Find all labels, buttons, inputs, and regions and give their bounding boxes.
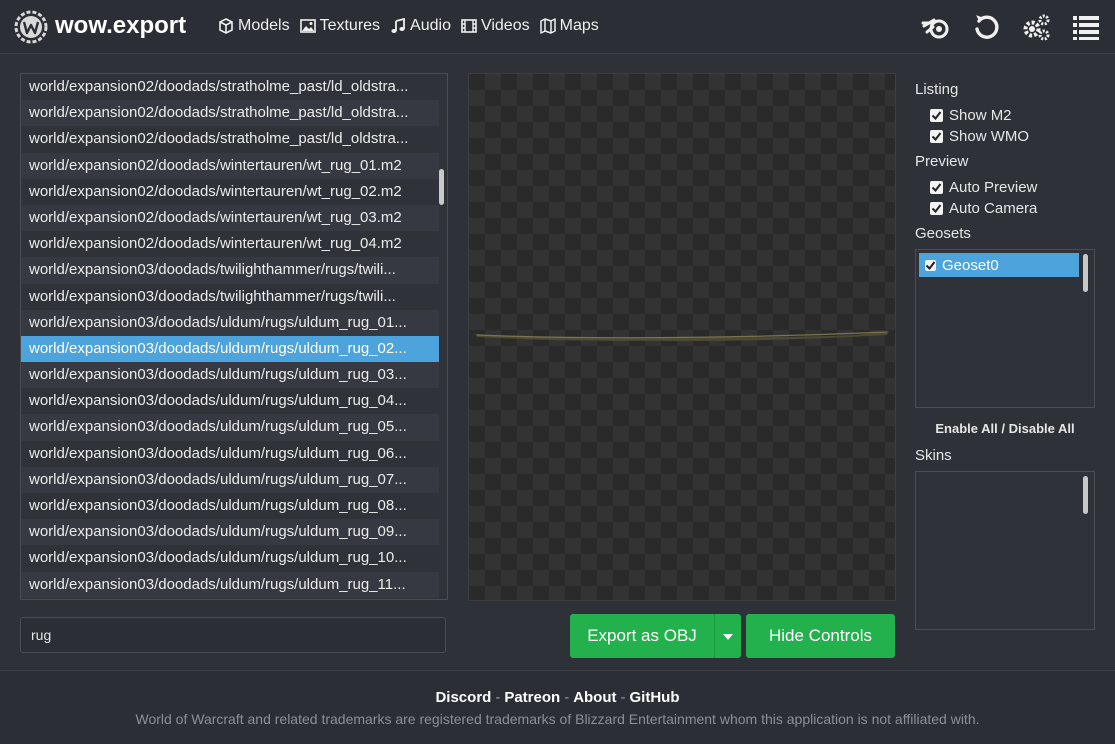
app-footer: Discord - Patreon - About - GitHub World of Wa… (0, 670, 1115, 744)
auto-preview-option[interactable]: Auto Preview (915, 177, 1095, 198)
show-m2-label: Show M2 (949, 107, 1012, 124)
file-list-item[interactable]: world/expansion02/doodads/wintertauren/w… (21, 152, 439, 179)
nav-textures[interactable]: Textures (299, 17, 381, 35)
auto-preview-label: Auto Preview (949, 179, 1038, 196)
checkmark-icon (925, 260, 936, 270)
auto-camera-option[interactable]: Auto Camera (915, 198, 1095, 219)
footer-separator: - (564, 689, 570, 706)
geosets-scrollbar[interactable] (1083, 254, 1088, 292)
file-list-item[interactable]: world/expansion03/doodads/uldum/rugs/uld… (21, 441, 439, 467)
show-wmo-option[interactable]: Show WMO (915, 126, 1095, 147)
file-rows: world/expansion02/doodads/stratholme_pas… (21, 74, 447, 598)
nav-videos[interactable]: Videos (461, 17, 530, 35)
export-format-dropdown[interactable] (714, 614, 741, 658)
filter-input[interactable] (20, 617, 446, 653)
geoset-checkbox[interactable] (925, 259, 936, 271)
auto-preview-checkbox[interactable] (930, 181, 943, 194)
header-actions (921, 12, 1101, 42)
music-icon (391, 18, 405, 33)
geoset-toggle-links: Enable All / Disable All (915, 421, 1095, 436)
listing-title: Listing (915, 81, 959, 98)
file-list-item[interactable]: world/expansion03/doodads/uldum/rugs/uld… (21, 545, 439, 571)
nav-audio[interactable]: Audio (390, 17, 451, 35)
footer-separator: - (620, 689, 626, 706)
geoset-item[interactable]: Geoset0 (919, 253, 1079, 277)
about-link[interactable]: About (573, 689, 616, 706)
show-m2-option[interactable]: Show M2 (915, 105, 1095, 126)
github-link[interactable]: GitHub (630, 689, 680, 706)
hide-controls-button[interactable]: Hide Controls (746, 614, 895, 658)
nav-audio-label: Audio (410, 17, 451, 34)
file-list-item[interactable]: world/expansion02/doodads/stratholme_pas… (21, 126, 439, 152)
file-list-item[interactable]: world/expansion02/doodads/wintertauren/w… (21, 231, 439, 257)
file-list-item[interactable]: world/expansion03/doodads/uldum/rugs/uld… (21, 309, 439, 336)
checkmark-icon (931, 111, 942, 121)
auto-camera-label: Auto Camera (949, 200, 1038, 217)
sidebar: Listing Show M2 Show WMO Preview Auto Pr… (915, 80, 1095, 630)
file-list-item[interactable]: world/expansion02/doodads/wintertauren/w… (21, 204, 439, 232)
reload-icon[interactable] (971, 12, 1001, 42)
caret-down-icon (723, 633, 733, 640)
show-m2-checkbox[interactable] (930, 109, 943, 122)
nav-maps[interactable]: Maps (539, 17, 599, 35)
file-list-item[interactable]: world/expansion03/doodads/uldum/rugs/uld… (21, 519, 439, 546)
rug-model (475, 331, 889, 341)
discord-link[interactable]: Discord (435, 689, 491, 706)
skins-list[interactable] (915, 471, 1095, 630)
file-list-item[interactable]: world/expansion03/doodads/uldum/rugs/uld… (21, 466, 439, 493)
settings-icon[interactable] (1021, 12, 1051, 42)
export-button[interactable]: Export as OBJ (570, 614, 714, 658)
image-icon (299, 19, 316, 33)
wow-logo-icon (14, 10, 48, 44)
file-list-item[interactable]: world/expansion03/doodads/twilighthammer… (21, 257, 439, 284)
file-list-item[interactable]: world/expansion02/doodads/stratholme_pas… (21, 74, 439, 100)
auto-camera-checkbox[interactable] (930, 202, 943, 215)
blender-icon[interactable] (921, 12, 951, 42)
checkmark-icon (931, 204, 942, 214)
patreon-link[interactable]: Patreon (504, 689, 560, 706)
file-list-item[interactable]: world/expansion03/doodads/twilighthammer… (21, 284, 439, 310)
footer-separator: - (495, 689, 501, 706)
file-list-item[interactable]: world/expansion03/doodads/uldum/rugs/uld… (21, 388, 439, 414)
skins-title: Skins (915, 447, 952, 464)
checkmark-icon (931, 132, 942, 142)
file-list-item[interactable]: world/expansion03/doodads/uldum/rugs/uld… (21, 571, 439, 598)
file-list-item[interactable]: world/expansion03/doodads/uldum/rugs/uld… (21, 414, 439, 441)
film-icon (461, 19, 477, 33)
file-list-item[interactable]: world/expansion03/doodads/uldum/rugs/uld… (21, 335, 439, 363)
file-list-item[interactable]: world/expansion02/doodads/wintertauren/w… (21, 179, 439, 205)
main-nav: Models Textures Audio Videos Maps (218, 17, 599, 35)
file-list-item[interactable]: world/expansion03/doodads/uldum/rugs/uld… (21, 362, 439, 389)
nav-videos-label: Videos (480, 17, 530, 34)
menu-icon[interactable] (1071, 12, 1101, 42)
geosets-list[interactable]: Geoset0 (915, 249, 1095, 408)
model-preview[interactable] (468, 73, 896, 601)
geoset-label: Geoset0 (942, 256, 999, 274)
file-list[interactable]: world/expansion02/doodads/stratholme_pas… (20, 73, 448, 600)
nav-textures-label: Textures (319, 17, 381, 34)
app-header: wow.export Models Textures Audio Videos … (0, 0, 1115, 54)
footer-links: Discord - Patreon - About - GitHub (0, 689, 1115, 706)
export-group: Export as OBJ (570, 614, 741, 658)
toggle-separator: / (1001, 421, 1005, 436)
preview-title: Preview (915, 153, 969, 170)
show-wmo-checkbox[interactable] (930, 130, 943, 143)
file-list-item[interactable]: world/expansion02/doodads/stratholme_pas… (21, 100, 439, 127)
map-icon (539, 18, 556, 34)
enable-all-link[interactable]: Enable All (935, 421, 997, 436)
nav-models-label: Models (238, 17, 290, 34)
nav-models[interactable]: Models (218, 17, 290, 35)
skins-scrollbar[interactable] (1083, 476, 1088, 514)
nav-maps-label: Maps (559, 17, 599, 34)
cube-icon (219, 18, 233, 34)
file-list-scrollbar[interactable] (439, 169, 444, 205)
disable-all-link[interactable]: Disable All (1009, 421, 1075, 436)
app-title: wow.export (55, 12, 187, 39)
geosets-title: Geosets (915, 225, 971, 242)
file-list-item[interactable]: world/expansion03/doodads/uldum/rugs/uld… (21, 493, 439, 519)
trademark-note: World of Warcraft and related trademarks… (135, 711, 980, 727)
show-wmo-label: Show WMO (949, 128, 1030, 145)
checkmark-icon (931, 183, 942, 193)
